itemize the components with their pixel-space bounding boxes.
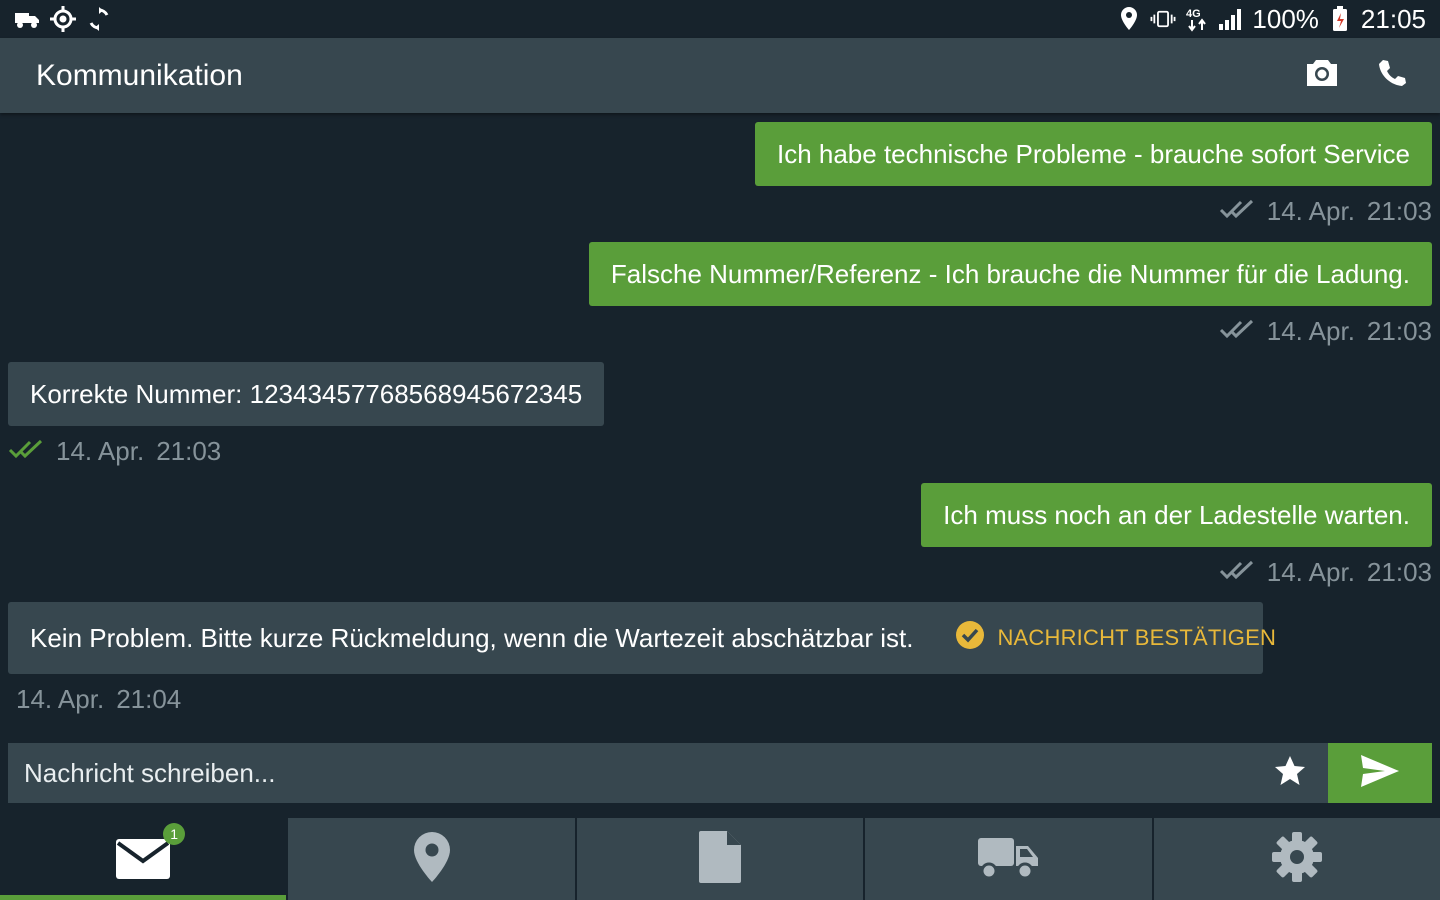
message-meta: 14. Apr. 21:03 xyxy=(1219,196,1432,227)
message-outgoing: Falsche Nummer/Referenz - Ich brauche di… xyxy=(588,242,1432,306)
map-pin-icon xyxy=(413,831,451,888)
message-date: 14. Apr. xyxy=(1266,557,1355,587)
status-time: 21:05 xyxy=(1360,3,1426,34)
check-circle-icon xyxy=(955,620,985,656)
page-title: Kommunikation xyxy=(36,58,243,92)
message-date: 14. Apr. xyxy=(16,684,105,714)
message-time: 21:03 xyxy=(156,436,222,466)
nav-tab-messages[interactable]: 1 xyxy=(0,818,289,900)
app-bar: Kommunikation xyxy=(0,38,1440,113)
confirm-message-label: NACHRICHT BESTÄTIGEN xyxy=(997,625,1277,650)
network-4g-icon: 4G xyxy=(1184,6,1210,32)
message-meta: 14. Apr. 21:03 xyxy=(8,436,221,467)
message-time: 21:03 xyxy=(1366,196,1432,226)
truck-icon xyxy=(977,834,1039,885)
mail-icon: 1 xyxy=(115,823,186,881)
battery-percentage: 100% xyxy=(1252,3,1319,34)
message-date: 14. Apr. xyxy=(1266,316,1355,346)
nav-tab-vehicle[interactable] xyxy=(865,818,1154,900)
message-meta: 14. Apr. 21:03 xyxy=(1219,316,1432,347)
favorites-button[interactable] xyxy=(1272,755,1308,791)
message-bubble[interactable]: Korrekte Nummer: 12343457768568945672345 xyxy=(8,362,605,426)
location-pin-icon xyxy=(1116,6,1142,32)
double-check-icon xyxy=(1219,557,1255,588)
double-check-icon xyxy=(8,436,44,467)
nav-tab-documents[interactable] xyxy=(577,818,866,900)
camera-icon xyxy=(1305,58,1339,93)
send-button[interactable] xyxy=(1328,743,1432,803)
message-composer xyxy=(8,743,1432,803)
nav-tab-location[interactable] xyxy=(288,818,577,900)
unread-badge: 1 xyxy=(163,823,186,845)
vibrate-icon xyxy=(1150,6,1176,32)
document-icon xyxy=(698,830,742,889)
sync-icon xyxy=(86,6,112,32)
message-bubble[interactable]: Ich habe technische Probleme - brauche s… xyxy=(754,122,1432,186)
bottom-navigation: 1 xyxy=(0,818,1440,900)
message-time: 21:03 xyxy=(1366,557,1432,587)
message-bubble: Kein Problem. Bitte kurze Rückmeldung, w… xyxy=(8,602,1276,674)
message-meta: 14. Apr. 21:04 xyxy=(16,684,181,715)
camera-button[interactable] xyxy=(1302,56,1342,96)
app-bar-actions xyxy=(1302,56,1440,96)
message-text: Kein Problem. Bitte kurze Rückmeldung, w… xyxy=(30,622,914,653)
phone-button[interactable] xyxy=(1372,56,1412,96)
message-date: 14. Apr. xyxy=(56,436,145,466)
gps-target-icon xyxy=(50,6,76,32)
message-outgoing: Ich habe technische Probleme - brauche s… xyxy=(754,122,1432,186)
message-date: 14. Apr. xyxy=(1266,196,1355,226)
signal-icon xyxy=(1218,6,1244,32)
battery-icon xyxy=(1327,6,1353,32)
confirm-message-button[interactable]: NACHRICHT BESTÄTIGEN xyxy=(955,620,1276,656)
message-time: 21:04 xyxy=(116,684,182,714)
status-bar-right: 4G 100% 21:05 xyxy=(1116,4,1440,35)
message-incoming: Korrekte Nummer: 12343457768568945672345 xyxy=(8,362,605,426)
message-outgoing: Ich muss noch an der Ladestelle warten. xyxy=(921,483,1432,547)
status-bar-left xyxy=(0,6,112,32)
nav-tab-settings[interactable] xyxy=(1154,818,1440,900)
phone-icon xyxy=(1377,58,1407,93)
double-check-icon xyxy=(1219,196,1255,227)
message-input[interactable] xyxy=(8,743,1328,803)
message-bubble[interactable]: Ich muss noch an der Ladestelle warten. xyxy=(921,483,1432,547)
message-incoming: Kein Problem. Bitte kurze Rückmeldung, w… xyxy=(8,602,1276,674)
send-icon xyxy=(1359,753,1401,794)
truck-icon xyxy=(14,6,40,32)
settings-icon xyxy=(1270,830,1324,889)
message-bubble[interactable]: Falsche Nummer/Referenz - Ich brauche di… xyxy=(588,242,1432,306)
message-time: 21:03 xyxy=(1366,316,1432,346)
message-meta: 14. Apr. 21:03 xyxy=(1219,557,1432,588)
double-check-icon xyxy=(1219,316,1255,347)
star-icon xyxy=(1273,754,1307,793)
status-bar: 4G 100% 21:05 xyxy=(0,0,1440,38)
svg-text:4G: 4G xyxy=(1186,8,1201,20)
message-list: Ich habe technische Probleme - brauche s… xyxy=(0,113,1440,738)
